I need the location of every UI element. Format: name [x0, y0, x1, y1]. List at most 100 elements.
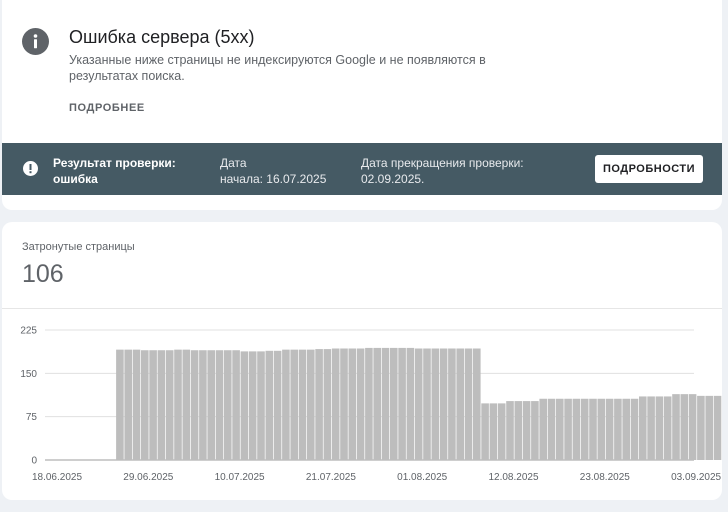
y-tick-label: 225: [20, 326, 37, 337]
chart-bar[interactable]: [672, 394, 680, 460]
chart-bar[interactable]: [331, 348, 340, 460]
chart-bar[interactable]: [232, 350, 240, 460]
chart-bar[interactable]: [398, 347, 406, 460]
chart-bar[interactable]: [257, 351, 265, 460]
chart-bar[interactable]: [340, 348, 348, 460]
chart-bar[interactable]: [431, 348, 440, 460]
x-tick-label: 29.06.2025: [123, 472, 173, 483]
chart-bar[interactable]: [406, 347, 415, 460]
x-tick-label: 01.08.2025: [397, 472, 447, 483]
chart-bar[interactable]: [348, 348, 357, 460]
chart-bar[interactable]: [248, 351, 257, 460]
chart-bar[interactable]: [564, 398, 572, 460]
chart-bar[interactable]: [315, 349, 323, 460]
chart-bar[interactable]: [630, 398, 639, 460]
chart-bar[interactable]: [489, 403, 498, 460]
issue-description: Указанные ниже страницы не индексируются…: [69, 53, 486, 83]
validation-end: Дата прекращения проверки: 02.09.2025.: [361, 155, 524, 187]
validation-result-label: Результат проверки:: [53, 156, 176, 170]
chart-bar[interactable]: [356, 348, 365, 460]
chart-bar[interactable]: [448, 348, 456, 460]
chart-bar[interactable]: [688, 394, 697, 460]
chart-bar[interactable]: [663, 396, 672, 460]
issue-title: Ошибка сервера (5xx): [69, 27, 255, 47]
y-tick-label: 150: [20, 369, 37, 380]
chart-bar[interactable]: [149, 350, 157, 460]
chart-bar[interactable]: [174, 349, 182, 460]
chart-bar[interactable]: [414, 348, 423, 460]
chart-bar[interactable]: [580, 398, 589, 460]
chart-bar[interactable]: [481, 403, 489, 460]
chart-bar[interactable]: [614, 398, 622, 460]
chart-bar[interactable]: [290, 349, 298, 460]
learn-more-link[interactable]: ПОДРОБНЕЕ: [69, 102, 145, 114]
chart-bar[interactable]: [124, 349, 132, 460]
x-tick-label: 21.07.2025: [306, 472, 356, 483]
chart-bar[interactable]: [456, 348, 464, 460]
chart-bar[interactable]: [182, 349, 191, 460]
chart-bar[interactable]: [381, 347, 390, 460]
y-tick-label: 0: [31, 456, 37, 467]
validation-banner: Результат проверки: ошибка Дата начала: …: [2, 143, 722, 195]
details-button[interactable]: ПОДРОБНОСТИ: [595, 155, 703, 183]
chart-bar[interactable]: [639, 396, 647, 460]
chart-bar[interactable]: [506, 401, 514, 460]
validation-end-value: 02.09.2025.: [361, 172, 425, 186]
chart-bar[interactable]: [224, 350, 232, 460]
x-tick-label: 12.08.2025: [488, 472, 538, 483]
chart-bar[interactable]: [473, 348, 481, 460]
chart-bar[interactable]: [199, 350, 207, 460]
chart-bar[interactable]: [572, 398, 581, 460]
chart-bar[interactable]: [116, 349, 124, 460]
info-icon: [22, 28, 49, 55]
chart-bar[interactable]: [547, 398, 556, 460]
chart-bar[interactable]: [282, 349, 290, 460]
chart-bar[interactable]: [605, 398, 614, 460]
chart-bar[interactable]: [157, 350, 166, 460]
error-icon: [23, 161, 38, 176]
chart-bar[interactable]: [307, 349, 315, 460]
chart-bar[interactable]: [165, 350, 174, 460]
chart-bar[interactable]: [373, 347, 381, 460]
chart-bar[interactable]: [323, 349, 332, 460]
chart-bar[interactable]: [522, 401, 531, 460]
chart-bar[interactable]: [655, 396, 664, 460]
chart-bar[interactable]: [265, 350, 274, 460]
chart-bar[interactable]: [190, 350, 199, 460]
chart-bar[interactable]: [680, 394, 689, 460]
validation-start-value: начала: 16.07.2025: [220, 172, 327, 186]
x-tick-label: 03.09.2025: [671, 472, 721, 483]
chart-bar[interactable]: [439, 348, 448, 460]
chart-bar[interactable]: [713, 395, 722, 460]
y-tick-label: 75: [26, 412, 38, 423]
chart-bar[interactable]: [705, 395, 713, 460]
chart-bar[interactable]: [514, 401, 523, 460]
chart-bar[interactable]: [298, 349, 307, 460]
validation-result-value: ошибка: [53, 172, 98, 186]
chart-bar[interactable]: [622, 398, 630, 460]
chart-bar[interactable]: [141, 350, 149, 460]
x-tick-label: 18.06.2025: [32, 472, 82, 483]
chart-bar[interactable]: [697, 395, 705, 460]
chart-bar[interactable]: [390, 347, 398, 460]
chart-bar[interactable]: [597, 398, 606, 460]
chart-bar[interactable]: [273, 350, 282, 460]
chart-bar[interactable]: [365, 347, 373, 460]
chart-bar[interactable]: [531, 401, 539, 460]
issue-card: Ошибка сервера (5xx) Указанные ниже стра…: [2, 0, 722, 210]
x-tick-label: 10.07.2025: [215, 472, 265, 483]
chart-bar[interactable]: [464, 348, 473, 460]
chart-bar[interactable]: [647, 396, 655, 460]
chart-bar[interactable]: [240, 351, 249, 460]
validation-result: Результат проверки: ошибка: [53, 155, 176, 187]
chart-bar[interactable]: [556, 398, 564, 460]
chart-bar[interactable]: [207, 350, 215, 460]
chart-bar[interactable]: [215, 350, 224, 460]
chart-bar[interactable]: [539, 398, 547, 460]
affected-pages-chart: 225 150 75 0 18.06.2025 29.06.2025 10.07.2025 2…: [20, 326, 722, 484]
validation-start: Дата начала: 16.07.2025: [220, 155, 326, 187]
chart-bar[interactable]: [497, 403, 506, 460]
chart-bar[interactable]: [423, 348, 431, 460]
chart-bar[interactable]: [132, 349, 141, 460]
chart-bar[interactable]: [589, 398, 597, 460]
